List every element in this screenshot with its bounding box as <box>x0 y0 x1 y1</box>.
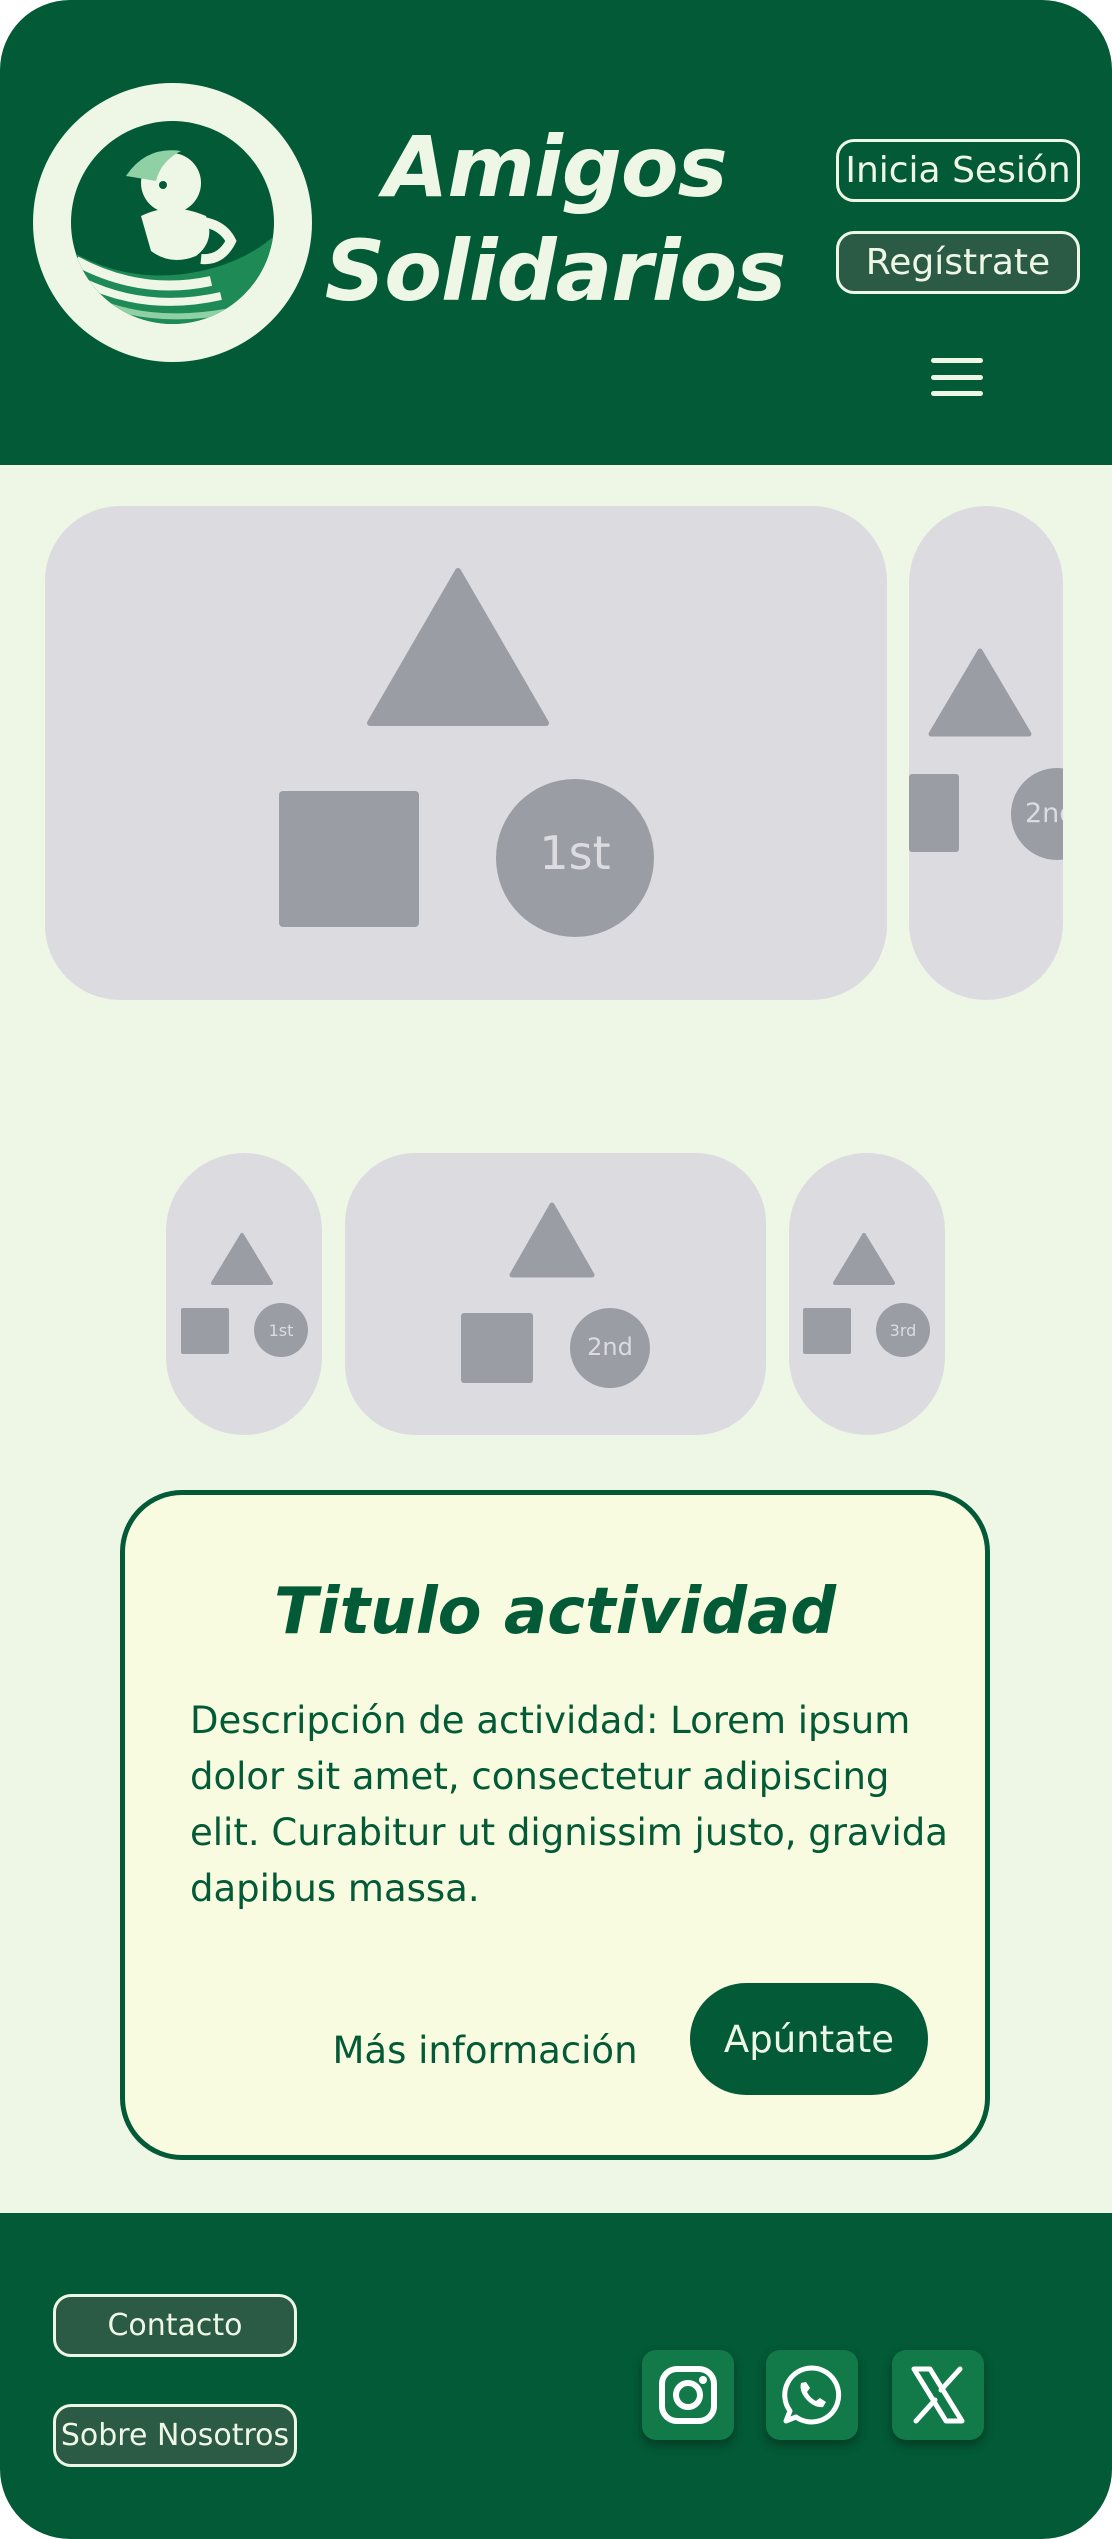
x-twitter-icon[interactable] <box>892 2350 984 2440</box>
brand-line-2: Solidarios <box>324 222 787 320</box>
carousel-indicator-3[interactable]: 3rd <box>789 1153 945 1435</box>
more-info-link[interactable]: Más información <box>333 2020 638 2080</box>
activity-card: Titulo actividad Descripción de activida… <box>120 1490 990 2160</box>
login-button[interactable]: Inicia Sesión <box>836 139 1080 202</box>
indicator-1-label: 1st <box>268 1321 294 1340</box>
contact-button[interactable]: Contacto <box>53 2294 297 2357</box>
whatsapp-icon[interactable] <box>766 2350 858 2440</box>
carousel-slide-main[interactable]: 1st <box>45 506 887 1000</box>
activity-description: Descripción de actividad: Lorem ipsum do… <box>190 1699 948 1910</box>
footer: Contacto Sobre Nosotros <box>0 2213 1112 2539</box>
triangle-shape <box>367 568 549 726</box>
indicator-2-label: 2nd <box>587 1333 633 1361</box>
logo[interactable] <box>33 83 312 362</box>
register-button[interactable]: Regístrate <box>836 231 1080 294</box>
carousel-slide-next[interactable]: 2nd <box>909 506 1063 1000</box>
instagram-icon[interactable] <box>642 2350 734 2440</box>
carousel-indicator-1[interactable]: 1st <box>166 1153 322 1435</box>
brand-title: Amigos Solidarios <box>320 115 790 323</box>
activity-title: Titulo actividad <box>273 1575 837 1649</box>
logo-icon <box>71 121 274 324</box>
brand-line-1: Amigos <box>383 118 727 216</box>
hamburger-menu-icon[interactable] <box>931 358 983 396</box>
slide-next-label: 2nd <box>1025 798 1063 829</box>
header: Amigos Solidarios Inicia Sesión Regístra… <box>0 0 1112 465</box>
slide-main-label: 1st <box>539 826 611 880</box>
signup-button[interactable]: Apúntate <box>690 1983 928 2095</box>
carousel-indicator-2[interactable]: 2nd <box>345 1153 766 1435</box>
indicator-3-label: 3rd <box>889 1321 917 1340</box>
square-shape <box>279 791 419 927</box>
app-frame: Amigos Solidarios Inicia Sesión Regístra… <box>0 0 1112 2539</box>
about-us-button[interactable]: Sobre Nosotros <box>53 2404 297 2467</box>
